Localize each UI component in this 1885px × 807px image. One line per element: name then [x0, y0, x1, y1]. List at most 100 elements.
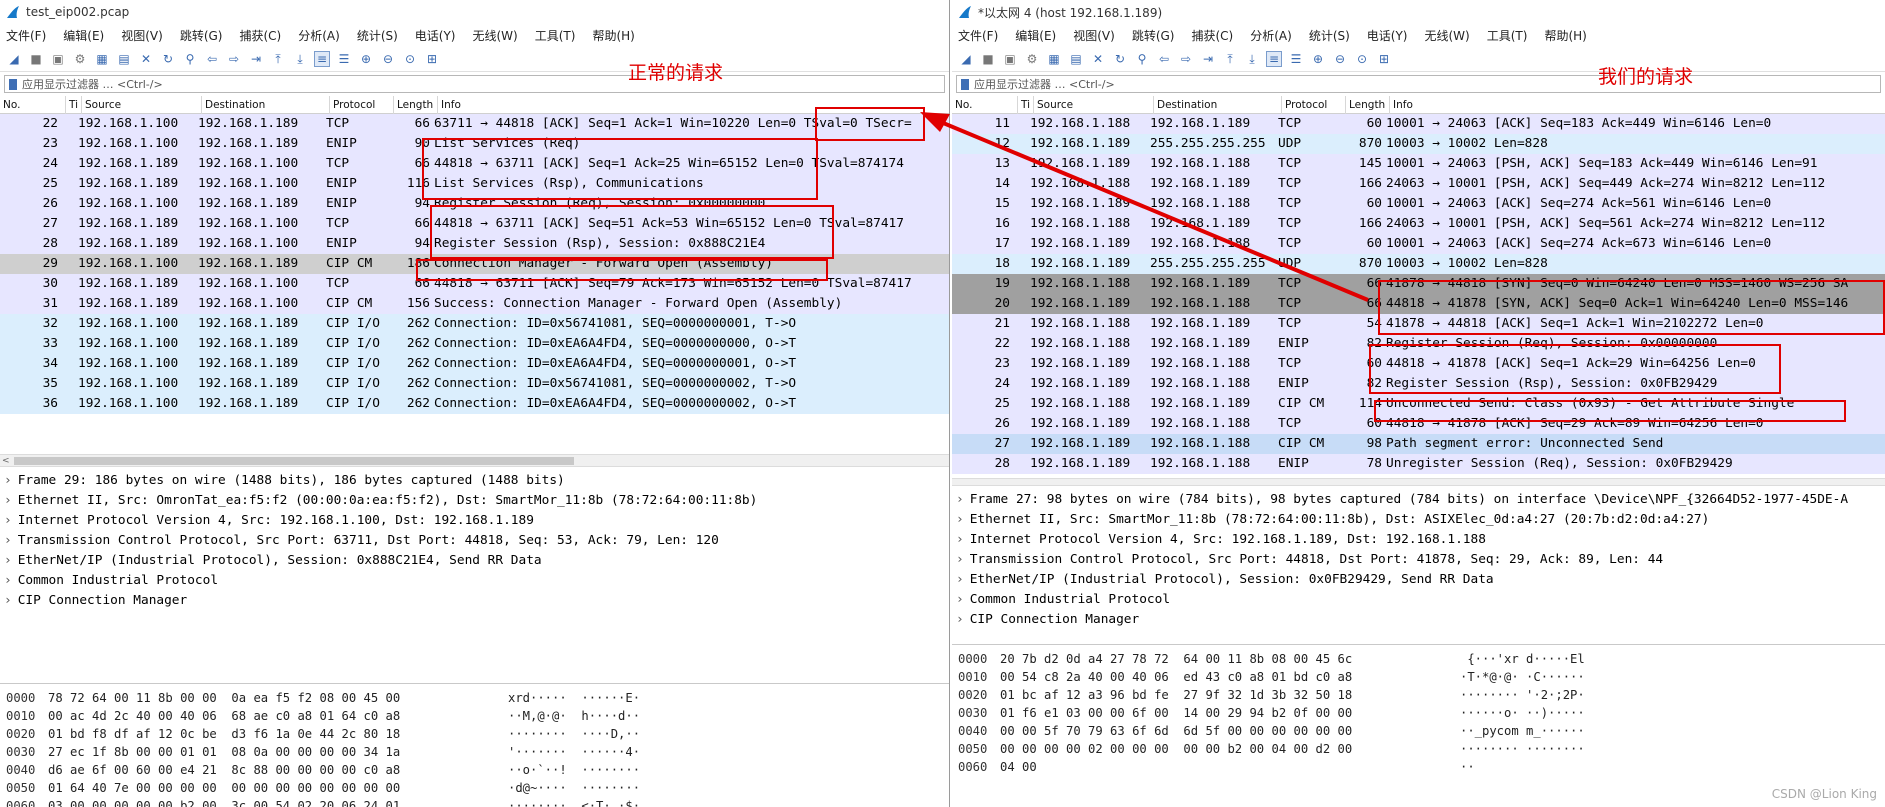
column-header[interactable]: Destination — [202, 95, 330, 114]
menu-item[interactable]: 分析(A) — [1250, 27, 1292, 44]
menu-item[interactable]: 捕获(C) — [239, 27, 281, 44]
menu-item[interactable]: 电话(Y) — [1367, 27, 1408, 44]
save-file-icon[interactable]: ▤ — [116, 51, 132, 67]
save-file-icon[interactable]: ▤ — [1068, 51, 1084, 67]
detail-tree-item[interactable]: › Transmission Control Protocol, Src Port… — [952, 550, 1885, 570]
restart-capture-icon[interactable]: ▣ — [1002, 51, 1018, 67]
detail-tree-item[interactable]: › CIP Connection Manager — [0, 591, 949, 611]
packet-row[interactable]: 22 192.168.1.188 192.168.1.189 ENIP 82 Regist… — [952, 334, 1885, 354]
right-horizontal-scrollbar[interactable] — [952, 478, 1885, 486]
menu-item[interactable]: 帮助(H) — [1544, 27, 1586, 44]
packet-row[interactable]: 22 192.168.1.100 192.168.1.189 TCP 66 63711 →… — [0, 114, 949, 134]
detail-tree-item[interactable]: › Common Industrial Protocol — [952, 590, 1885, 610]
menu-item[interactable]: 统计(S) — [357, 27, 398, 44]
hex-dump-row[interactable]: 0020 01 bd f8 df af 12 0c be d3 f6 1a 0e … — [0, 725, 949, 743]
column-header[interactable]: Source — [1034, 95, 1154, 114]
menu-item[interactable]: 编辑(E) — [63, 27, 104, 44]
packet-row[interactable]: 24 192.168.1.189 192.168.1.188 ENIP 82 Regist… — [952, 374, 1885, 394]
colorize-icon[interactable]: ☰ — [336, 51, 352, 67]
expand-arrow-icon[interactable]: › — [956, 552, 964, 567]
open-file-icon[interactable]: ▦ — [94, 51, 110, 67]
go-forward-icon[interactable]: ⇨ — [1178, 51, 1194, 67]
stop-capture-icon[interactable]: ■ — [980, 51, 996, 67]
reload-file-icon[interactable]: ↻ — [160, 51, 176, 67]
expand-arrow-icon[interactable]: › — [4, 553, 12, 568]
menu-item[interactable]: 视图(V) — [1073, 27, 1115, 44]
last-packet-icon[interactable]: ⤓ — [1244, 51, 1260, 67]
autoscroll-icon[interactable]: ≡ — [1266, 50, 1282, 67]
left-packet-details[interactable]: › Frame 29: 186 bytes on wire (1488 bits)… — [0, 467, 949, 683]
column-header[interactable]: Source — [82, 95, 202, 114]
find-packet-icon[interactable]: ⚲ — [182, 51, 198, 67]
packet-row[interactable]: 23 192.168.1.100 192.168.1.189 ENIP 90 List S… — [0, 134, 949, 154]
bookmark-icon[interactable] — [9, 78, 17, 90]
expand-arrow-icon[interactable]: › — [4, 593, 12, 608]
reload-file-icon[interactable]: ↻ — [1112, 51, 1128, 67]
shark-fin-start-icon[interactable]: ◢ — [6, 51, 22, 67]
menu-item[interactable]: 编辑(E) — [1015, 27, 1056, 44]
menu-item[interactable]: 视图(V) — [121, 27, 163, 44]
column-header[interactable]: Ti — [1018, 95, 1034, 114]
packet-row[interactable]: 34 192.168.1.100 192.168.1.189 CIP I/O 262 Co… — [0, 354, 949, 374]
packet-row[interactable]: 15 192.168.1.189 192.168.1.188 TCP 60 10001 →… — [952, 194, 1885, 214]
close-file-icon[interactable]: ✕ — [1090, 51, 1106, 67]
first-packet-icon[interactable]: ⤒ — [1222, 51, 1238, 67]
capture-options-icon[interactable]: ⚙ — [1024, 51, 1040, 67]
menu-item[interactable]: 工具(T) — [535, 27, 576, 44]
expand-arrow-icon[interactable]: › — [956, 612, 964, 627]
expand-arrow-icon[interactable]: › — [4, 473, 12, 488]
packet-row[interactable]: 25 192.168.1.189 192.168.1.100 ENIP 116 List … — [0, 174, 949, 194]
menu-item[interactable]: 工具(T) — [1487, 27, 1528, 44]
go-to-packet-icon[interactable]: ⇥ — [1200, 51, 1216, 67]
packet-row[interactable]: 29 192.168.1.100 192.168.1.189 CIP CM 186 Con… — [0, 254, 949, 274]
hex-dump-row[interactable]: 0020 01 bc af 12 a3 96 bd fe 27 9f 32 1d … — [952, 686, 1885, 704]
packet-row[interactable]: 23 192.168.1.189 192.168.1.188 TCP 60 44818 →… — [952, 354, 1885, 374]
hex-dump-row[interactable]: 0040 00 00 5f 70 79 63 6f 6d 6d 5f 00 00 … — [952, 722, 1885, 740]
menu-item[interactable]: 文件(F) — [6, 27, 46, 44]
packet-row[interactable]: 26 192.168.1.189 192.168.1.188 TCP 60 44818 →… — [952, 414, 1885, 434]
expand-arrow-icon[interactable]: › — [956, 532, 964, 547]
packet-row[interactable]: 11 192.168.1.188 192.168.1.189 TCP 60 10001 →… — [952, 114, 1885, 134]
go-forward-icon[interactable]: ⇨ — [226, 51, 242, 67]
detail-tree-item[interactable]: › Internet Protocol Version 4, Src: 192.1… — [952, 530, 1885, 550]
expand-arrow-icon[interactable]: › — [4, 513, 12, 528]
packet-row[interactable]: 33 192.168.1.100 192.168.1.189 CIP I/O 262 Co… — [0, 334, 949, 354]
detail-tree-item[interactable]: › Transmission Control Protocol, Src Port… — [0, 531, 949, 551]
restart-capture-icon[interactable]: ▣ — [50, 51, 66, 67]
packet-row[interactable]: 24 192.168.1.189 192.168.1.100 TCP 66 44818 →… — [0, 154, 949, 174]
hex-dump-row[interactable]: 0060 04 00 ·· — [952, 758, 1885, 776]
hex-dump-row[interactable]: 0050 00 00 00 00 02 00 00 00 00 00 b2 00 … — [952, 740, 1885, 758]
menu-item[interactable]: 无线(W) — [1425, 27, 1470, 44]
capture-options-icon[interactable]: ⚙ — [72, 51, 88, 67]
scroll-left-icon[interactable]: < — [2, 455, 10, 467]
hex-dump-row[interactable]: 0010 00 54 c8 2a 40 00 40 06 ed 43 c0 a8 … — [952, 668, 1885, 686]
packet-row[interactable]: 12 192.168.1.189 255.255.255.255 UDP 870 1000… — [952, 134, 1885, 154]
zoom-in-icon[interactable]: ⊕ — [358, 51, 374, 67]
expand-arrow-icon[interactable]: › — [956, 512, 964, 527]
column-header[interactable]: Destination — [1154, 95, 1282, 114]
detail-tree-item[interactable]: › Common Industrial Protocol — [0, 571, 949, 591]
close-file-icon[interactable]: ✕ — [138, 51, 154, 67]
find-packet-icon[interactable]: ⚲ — [1134, 51, 1150, 67]
column-header[interactable]: Ti — [66, 95, 82, 114]
packet-row[interactable]: 14 192.168.1.188 192.168.1.189 TCP 166 24063 … — [952, 174, 1885, 194]
detail-tree-item[interactable]: › Ethernet II, Src: OmronTat_ea:f5:f2 (00… — [0, 491, 949, 511]
hex-dump-row[interactable]: 0030 01 f6 e1 03 00 00 6f 00 14 00 29 94 … — [952, 704, 1885, 722]
left-horizontal-scrollbar[interactable]: < — [0, 454, 949, 467]
column-header[interactable]: Info — [1390, 96, 1885, 114]
right-packet-details[interactable]: › Frame 27: 98 bytes on wire (784 bits), … — [952, 486, 1885, 644]
right-packet-bytes[interactable]: 0000 20 7b d2 0d a4 27 78 72 64 00 11 8b … — [952, 644, 1885, 776]
normal-size-icon[interactable]: ⊙ — [402, 51, 418, 67]
column-header[interactable]: Length — [394, 95, 438, 114]
packet-row[interactable]: 27 192.168.1.189 192.168.1.188 CIP CM 98 Path… — [952, 434, 1885, 454]
resize-columns-icon[interactable]: ⊞ — [424, 51, 440, 67]
menu-item[interactable]: 帮助(H) — [592, 27, 634, 44]
hex-dump-row[interactable]: 0040 d6 ae 6f 00 60 00 e4 21 8c 88 00 00 … — [0, 761, 949, 779]
expand-arrow-icon[interactable]: › — [4, 533, 12, 548]
menu-item[interactable]: 捕获(C) — [1191, 27, 1233, 44]
packet-row[interactable]: 32 192.168.1.100 192.168.1.189 CIP I/O 262 Co… — [0, 314, 949, 334]
hex-dump-row[interactable]: 0010 00 ac 4d 2c 40 00 40 06 68 ae c0 a8 … — [0, 707, 949, 725]
column-header[interactable]: Info — [438, 96, 949, 114]
detail-tree-item[interactable]: › Frame 27: 98 bytes on wire (784 bits), … — [952, 490, 1885, 510]
left-packet-list[interactable]: 22 192.168.1.100 192.168.1.189 TCP 66 63711 →… — [0, 114, 949, 454]
